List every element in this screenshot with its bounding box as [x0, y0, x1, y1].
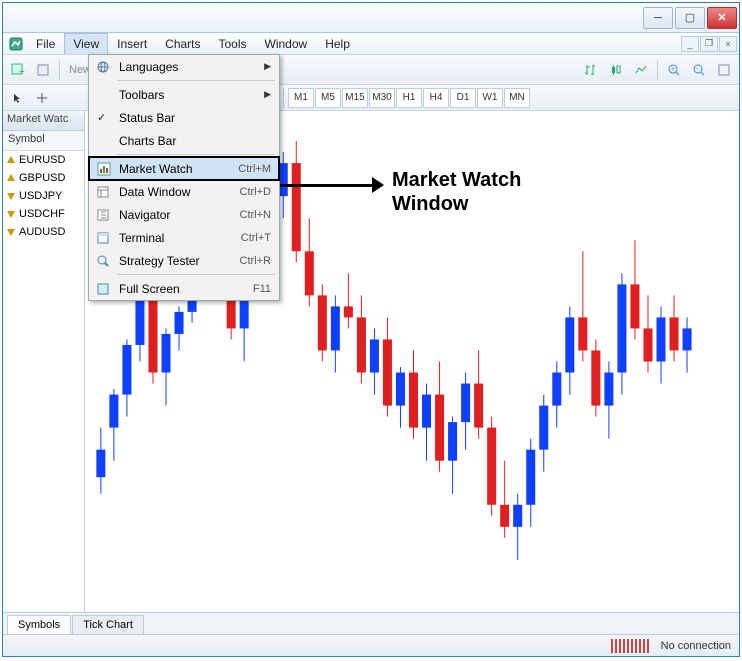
menu-window[interactable]: Window: [256, 33, 317, 54]
menu-languages[interactable]: Languages ▶: [89, 55, 279, 78]
symbol-row-usdjpy[interactable]: USDJPY: [3, 187, 84, 205]
down-arrow-icon: [6, 209, 16, 219]
symbol-row-gbpusd[interactable]: GBPUSD: [3, 169, 84, 187]
timeframe-m30[interactable]: M30: [369, 88, 395, 108]
menu-charts[interactable]: Charts: [156, 33, 209, 54]
timeframe-mn[interactable]: MN: [504, 88, 530, 108]
tab-tick-chart[interactable]: Tick Chart: [72, 615, 144, 634]
zoom-in-button[interactable]: +: [663, 59, 685, 81]
mdi-minimize-button[interactable]: _: [681, 36, 699, 52]
new-chart-button[interactable]: +: [7, 59, 29, 81]
close-button[interactable]: ✕: [707, 7, 737, 29]
menu-full-screen[interactable]: Full Screen F11: [89, 277, 279, 300]
titlebar: ─ ▢ ✕: [3, 3, 739, 33]
cursor-button[interactable]: [7, 87, 29, 109]
menu-data-window[interactable]: Data Window Ctrl+D: [89, 180, 279, 203]
bottom-tabs: Symbols Tick Chart: [3, 612, 739, 634]
timeframe-h4[interactable]: H4: [423, 88, 449, 108]
menu-market-watch[interactable]: Market Watch Ctrl+M: [88, 156, 280, 181]
down-arrow-icon: [6, 191, 16, 201]
symbol-row-usdchf[interactable]: USDCHF: [3, 205, 84, 223]
menu-toolbars[interactable]: Toolbars ▶: [89, 83, 279, 106]
market-watch-header: Market Watc: [3, 111, 84, 131]
timeframe-d1[interactable]: D1: [450, 88, 476, 108]
menu-charts-bar[interactable]: Charts Bar: [89, 129, 279, 152]
maximize-button[interactable]: ▢: [675, 7, 705, 29]
menu-terminal[interactable]: Terminal Ctrl+T: [89, 226, 279, 249]
line-chart-button[interactable]: [630, 59, 652, 81]
app-icon: [5, 33, 27, 54]
symbol-row-eurusd[interactable]: EURUSD: [3, 151, 84, 169]
data-window-icon: [94, 183, 112, 201]
menu-view[interactable]: View: [64, 33, 108, 54]
mdi-close-button[interactable]: ×: [719, 36, 737, 52]
timeframe-m5[interactable]: M5: [315, 88, 341, 108]
auto-scroll-button[interactable]: [713, 59, 735, 81]
timeframe-m15[interactable]: M15: [342, 88, 368, 108]
bar-chart-button[interactable]: [580, 59, 602, 81]
menu-navigator[interactable]: Navigator Ctrl+N: [89, 203, 279, 226]
down-arrow-icon: [6, 227, 16, 237]
menu-help[interactable]: Help: [316, 33, 359, 54]
terminal-icon: [94, 229, 112, 247]
full-screen-icon: [94, 280, 112, 298]
tab-symbols[interactable]: Symbols: [7, 615, 71, 634]
market-watch-icon: [95, 160, 113, 178]
statusbar: No connection: [3, 634, 739, 656]
svg-text:-: -: [696, 66, 699, 73]
connection-icon: [611, 639, 651, 653]
svg-text:+: +: [671, 66, 675, 73]
crosshair-button[interactable]: [31, 87, 53, 109]
globe-icon: [94, 58, 112, 76]
symbol-column-header[interactable]: Symbol: [3, 131, 84, 151]
mdi-restore-button[interactable]: ❐: [700, 36, 718, 52]
symbol-row-audusd[interactable]: AUDUSD: [3, 223, 84, 241]
up-arrow-icon: [6, 173, 16, 183]
timeframe-h1[interactable]: H1: [396, 88, 422, 108]
navigator-icon: [94, 206, 112, 224]
market-watch-panel: Market Watc Symbol EURUSDGBPUSDUSDJPYUSD…: [3, 111, 85, 612]
menu-strategy-tester[interactable]: Strategy Tester Ctrl+R: [89, 249, 279, 272]
zoom-out-button[interactable]: -: [688, 59, 710, 81]
strategy-tester-icon: [94, 252, 112, 270]
menu-tools[interactable]: Tools: [210, 33, 256, 54]
menubar: File View Insert Charts Tools Window Hel…: [3, 33, 739, 55]
profiles-button[interactable]: [32, 59, 54, 81]
menu-insert[interactable]: Insert: [108, 33, 156, 54]
submenu-arrow-icon: ▶: [264, 89, 271, 100]
view-dropdown: Languages ▶ Toolbars ▶ ✓ Status Bar Char…: [88, 54, 280, 301]
check-icon: ✓: [97, 111, 106, 124]
svg-text:+: +: [19, 67, 25, 77]
timeframe-m1[interactable]: M1: [288, 88, 314, 108]
timeframe-w1[interactable]: W1: [477, 88, 503, 108]
menu-file[interactable]: File: [27, 33, 64, 54]
menu-status-bar[interactable]: ✓ Status Bar: [89, 106, 279, 129]
up-arrow-icon: [6, 155, 16, 165]
candle-chart-button[interactable]: [605, 59, 627, 81]
minimize-button[interactable]: ─: [643, 7, 673, 29]
submenu-arrow-icon: ▶: [264, 61, 271, 72]
connection-status: No connection: [661, 640, 731, 652]
